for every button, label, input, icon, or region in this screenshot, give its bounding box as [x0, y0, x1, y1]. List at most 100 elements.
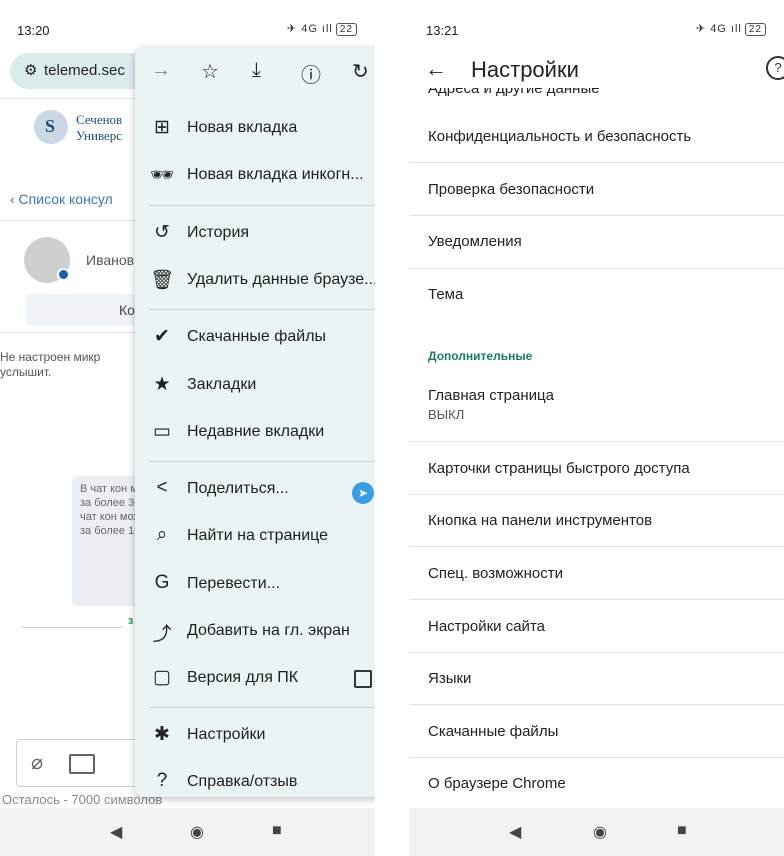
telegram-icon[interactable]: ➤ — [352, 482, 374, 504]
divider — [409, 546, 784, 547]
url-text: telemed.sec — [44, 62, 125, 79]
settings-item-label: Проверка безопасности — [428, 181, 595, 198]
nav-home-icon[interactable]: ◉ — [190, 822, 204, 842]
divider — [409, 441, 784, 442]
menu-item-label: Настройки — [187, 726, 266, 743]
downloads-check-icon: ✔ — [154, 326, 170, 347]
menu-divider — [149, 461, 374, 462]
settings-item-label: Главная страница — [428, 387, 554, 404]
clock: 13:21 — [426, 23, 459, 38]
left-screen: 13:20 ✈ 4G ıll 22 ⚙ telemed.sec S Сеченов… — [0, 10, 375, 856]
mic-warning: Не настроен микр услышит. — [0, 350, 101, 379]
status-icons: ✈ 4G ıll 22 — [696, 22, 766, 36]
back-arrow-icon[interactable]: ← — [425, 56, 447, 82]
right-screen: 13:21 ✈ 4G ıll 22 ← Настройки ? Адреса и … — [409, 10, 784, 856]
menu-item-history[interactable]: ↺ История — [135, 214, 375, 254]
emblem-icon: S — [34, 110, 68, 144]
menu-item-settings[interactable]: ✱ Настройки — [135, 716, 375, 756]
menu-item-label: Добавить на гл. экран — [187, 622, 350, 639]
divider — [409, 704, 784, 705]
divider — [409, 757, 784, 758]
menu-item-translate[interactable]: G Перевести... — [135, 565, 375, 605]
divider — [409, 215, 784, 216]
folder-icon[interactable] — [69, 754, 95, 774]
menu-item-label: Недавние вкладки — [187, 423, 325, 440]
help-icon[interactable]: ? — [766, 56, 784, 80]
star-icon: ★ — [153, 374, 171, 395]
page-title: Настройки — [471, 57, 579, 82]
settings-header: ← Настройки ? — [409, 50, 784, 90]
settings-item-label: Уведомления — [428, 233, 522, 250]
menu-item-label: Новая вкладка — [187, 119, 298, 136]
nav-recent-icon[interactable]: ■ — [272, 822, 282, 840]
settings-item-label: Языки — [428, 670, 472, 687]
menu-item-clear-data[interactable]: 🗑 Удалить данные браузе... — [135, 261, 375, 301]
signal-icons: ✈ 4G ıll — [286, 23, 333, 35]
clock: 13:20 — [17, 23, 50, 38]
menu-item-add-home[interactable]: ⤴ Добавить на гл. экран — [135, 612, 375, 652]
nav-home-icon[interactable]: ◉ — [593, 822, 607, 842]
bookmark-star-icon[interactable]: ☆ — [201, 59, 219, 84]
menu-item-help[interactable]: ? Справка/отзыв — [135, 763, 375, 803]
history-icon: ↺ — [154, 222, 170, 243]
settings-item-label: Карточки страницы быстрого доступа — [428, 460, 690, 477]
menu-item-share[interactable]: < Поделиться... ➤ — [135, 470, 375, 510]
menu-item-label: Найти на странице — [187, 527, 329, 544]
nav-back-icon[interactable]: ◀ — [110, 822, 122, 842]
translate-icon: G — [154, 572, 170, 593]
menu-divider — [149, 707, 374, 708]
menu-item-label: Поделиться... — [187, 480, 289, 497]
battery-icon: 22 — [335, 23, 357, 36]
system-nav-bar: ◀ ◉ ■ — [0, 808, 375, 856]
incognito-icon: 🕶 — [149, 165, 175, 186]
menu-item-label: Перевести... — [187, 575, 281, 592]
menu-divider — [149, 309, 374, 310]
settings-item-label: О браузере Chrome — [428, 775, 566, 792]
menu-item-label: Версия для ПК — [187, 669, 299, 686]
logo-line-2: Универс — [76, 128, 123, 143]
new-tab-icon: ⊞ — [154, 117, 170, 138]
settings-item-sublabel: ВЫКЛ — [428, 407, 465, 422]
logo-line-1: Сеченов — [76, 112, 123, 127]
browser-menu: → ☆ ⤓ ⓘ ↻ ⊞ Новая вкладка 🕶 Новая вкладк… — [135, 47, 375, 797]
settings-item-label: Настройки сайта — [428, 618, 545, 635]
section-header-advanced: Дополнительные — [428, 349, 533, 363]
divider — [409, 652, 784, 653]
download-icon[interactable]: ⤓ — [252, 59, 261, 82]
trash-icon: 🗑 — [149, 270, 175, 291]
menu-item-label: Справка/отзыв — [187, 773, 298, 790]
menu-item-find[interactable]: ⌕ Найти на странице — [135, 517, 375, 557]
reload-icon[interactable]: ↻ — [352, 59, 369, 84]
desktop-icon: ▢ — [153, 667, 171, 688]
menu-item-bookmarks[interactable]: ★ Закладки — [135, 366, 375, 406]
menu-item-label: Новая вкладка инкогн... — [187, 166, 364, 183]
menu-item-downloads[interactable]: ✔ Скачанные файлы — [135, 318, 375, 358]
date-separator-text: з — [128, 615, 134, 627]
share-icon: < — [156, 477, 168, 498]
avatar — [24, 237, 70, 283]
menu-item-desktop-site[interactable]: ▢ Версия для ПК — [135, 659, 375, 699]
menu-item-new-tab[interactable]: ⊞ Новая вкладка — [135, 109, 375, 149]
desktop-site-checkbox[interactable] — [354, 670, 372, 688]
consultations-back-link[interactable]: ‹ Список консул — [10, 191, 113, 207]
settings-item-label: Кнопка на панели инструментов — [428, 512, 653, 529]
settings-item-addresses[interactable]: Адреса и другие данные — [428, 88, 600, 97]
system-nav-bar: ◀ ◉ ■ — [409, 808, 784, 856]
attach-icon[interactable]: ⌀ — [31, 750, 43, 775]
signal-icons: ✈ 4G ıll — [695, 23, 742, 35]
menu-divider — [149, 205, 374, 206]
menu-item-recent-tabs[interactable]: ▭ Недавние вкладки — [135, 413, 375, 453]
menu-toolbar: → ☆ ⤓ ⓘ ↻ — [135, 47, 375, 95]
info-icon[interactable]: ⓘ — [301, 59, 321, 88]
nav-recent-icon[interactable]: ■ — [677, 822, 687, 840]
divider — [409, 599, 784, 600]
site-settings-icon[interactable]: ⚙ — [24, 61, 37, 79]
forward-icon[interactable]: → — [151, 59, 171, 82]
status-icons: ✈ 4G ıll 22 — [287, 22, 357, 36]
settings-item-label: Спец. возможности — [428, 565, 563, 582]
user-name: Иванов — [86, 252, 135, 268]
menu-item-incognito[interactable]: 🕶 Новая вкладка инкогн... — [135, 156, 375, 196]
nav-back-icon[interactable]: ◀ — [509, 822, 521, 842]
help-icon: ? — [156, 770, 168, 791]
devices-icon: ▭ — [153, 421, 171, 442]
